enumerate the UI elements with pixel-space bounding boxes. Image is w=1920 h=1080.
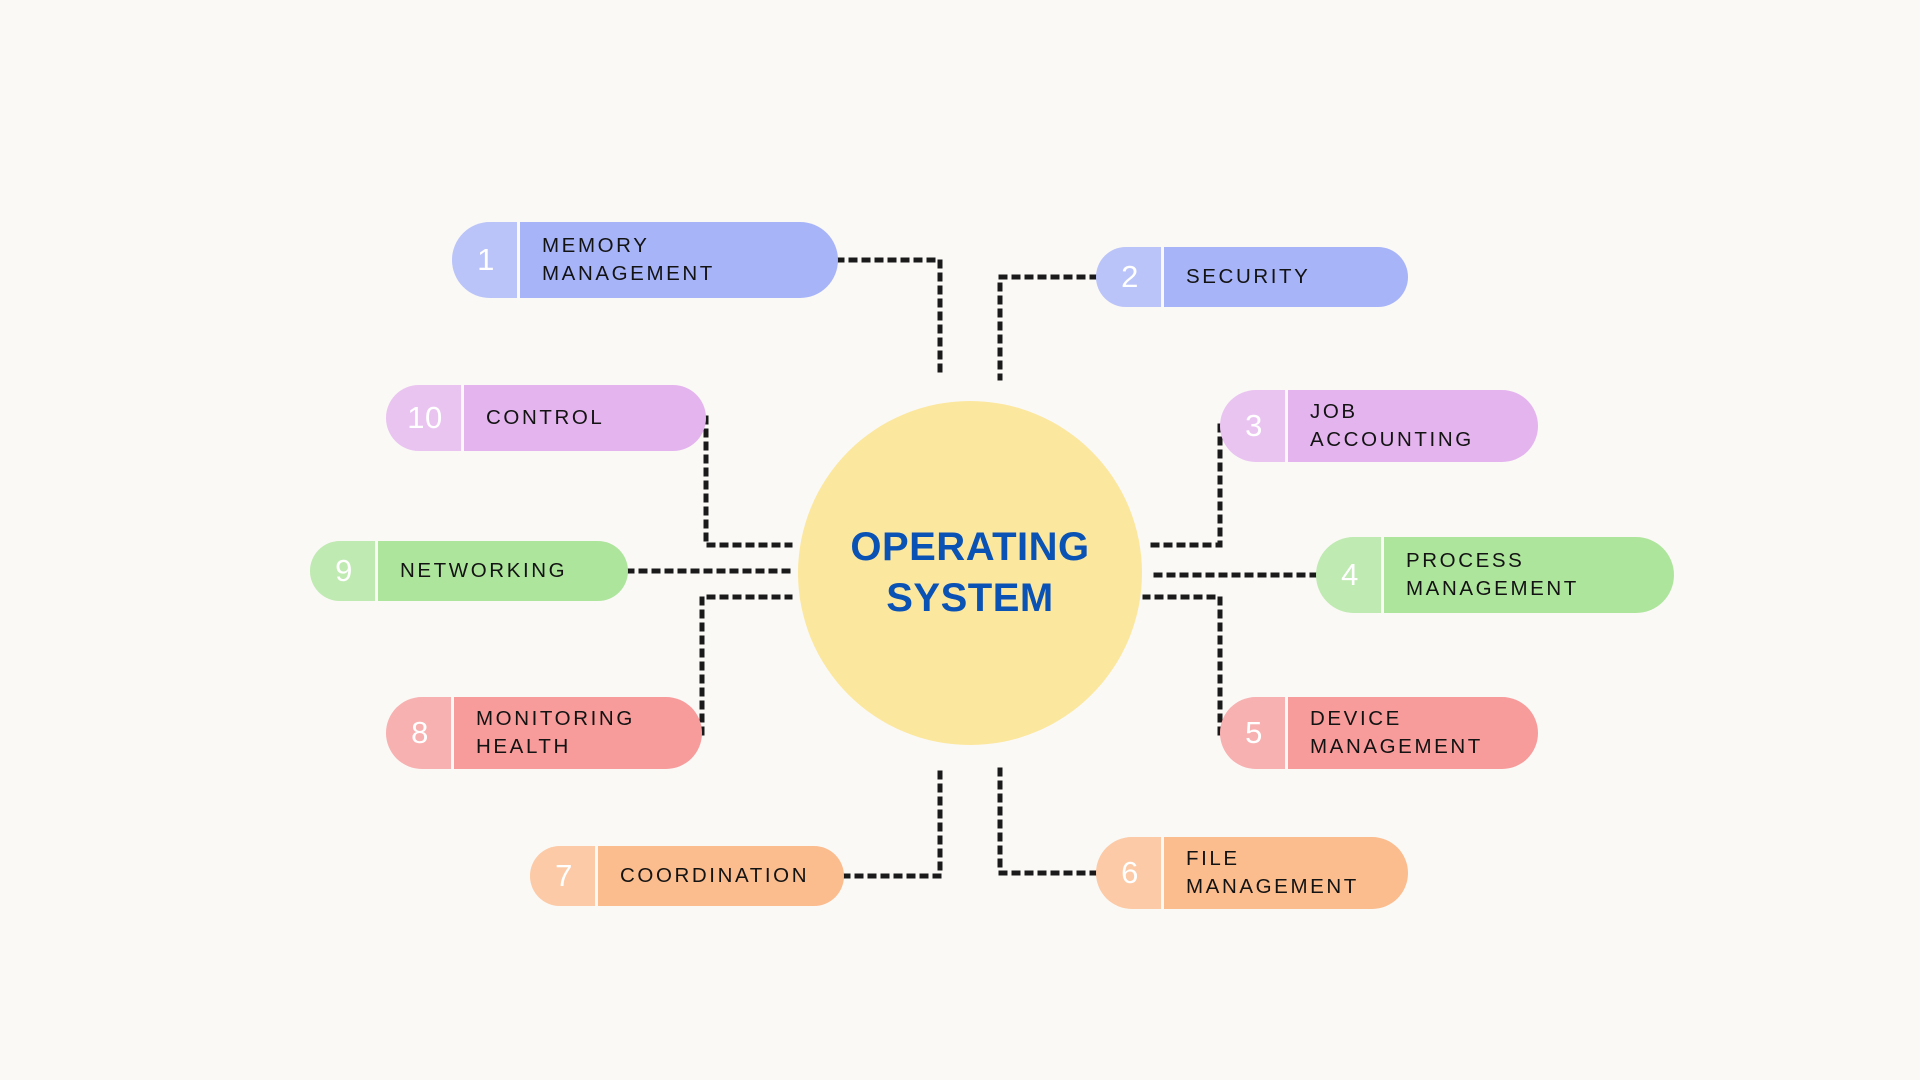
node-label-line: CONTROL xyxy=(486,405,605,429)
node-number-badge-3: 3 xyxy=(1220,390,1288,462)
node-label-line: MEMORY xyxy=(542,233,650,257)
node-number-6: 6 xyxy=(1121,855,1139,890)
node-label-1: MEMORY MANAGEMENT xyxy=(520,222,838,298)
node-number-1: 1 xyxy=(477,242,495,277)
node-label-9: NETWORKING xyxy=(378,541,628,601)
diagram-canvas: OPERATING SYSTEM 1 MEMORY MANAGEMENT 2 S… xyxy=(0,0,1920,1080)
center-node-label: OPERATING SYSTEM xyxy=(850,524,1090,620)
connector-7 xyxy=(841,765,943,879)
node-number-badge-5: 5 xyxy=(1220,697,1288,769)
node-label-line: COORDINATION xyxy=(620,863,810,887)
connector-6 xyxy=(997,765,1099,876)
node-label-line: MANAGEMENT xyxy=(542,262,715,285)
node-label-line: NETWORKING xyxy=(400,558,568,582)
node-label-line: JOB xyxy=(1310,399,1358,423)
connector-10 xyxy=(703,415,793,548)
node-label-line: MONITORING xyxy=(476,706,635,730)
center-node: OPERATING SYSTEM xyxy=(798,401,1142,745)
node-number-7: 7 xyxy=(555,858,573,893)
node-number-10: 10 xyxy=(407,400,443,435)
node-label-line: FILE xyxy=(1186,846,1240,870)
node-card-2[interactable]: 2 SECURITY xyxy=(1096,247,1408,307)
node-number-9: 9 xyxy=(335,553,353,588)
node-label-line: MANAGEMENT xyxy=(1310,735,1483,758)
connector-5 xyxy=(1142,594,1223,736)
node-label-3: JOB ACCOUNTING xyxy=(1288,390,1538,462)
connector-2 xyxy=(997,274,1099,381)
node-card-4[interactable]: 4 PROCESS MANAGEMENT xyxy=(1316,537,1674,613)
node-card-7[interactable]: 7 COORDINATION xyxy=(530,846,844,906)
node-card-3[interactable]: 3 JOB ACCOUNTING xyxy=(1220,390,1538,462)
connector-1 xyxy=(835,257,943,381)
node-number-4: 4 xyxy=(1341,557,1359,592)
node-label-2: SECURITY xyxy=(1164,247,1408,307)
connector-8 xyxy=(699,594,793,736)
node-label-5: DEVICE MANAGEMENT xyxy=(1288,697,1538,769)
node-label-line: PROCESS xyxy=(1406,548,1525,572)
node-number-5: 5 xyxy=(1245,715,1263,750)
node-number-badge-2: 2 xyxy=(1096,247,1164,307)
node-card-6[interactable]: 6 FILE MANAGEMENT xyxy=(1096,837,1408,909)
node-label-6: FILE MANAGEMENT xyxy=(1164,837,1408,909)
connector-3 xyxy=(1142,423,1223,548)
node-card-8[interactable]: 8 MONITORING HEALTH xyxy=(386,697,702,769)
node-number-badge-9: 9 xyxy=(310,541,378,601)
node-label-line: ACCOUNTING xyxy=(1310,428,1474,451)
node-number-badge-1: 1 xyxy=(452,222,520,298)
node-label-line: MANAGEMENT xyxy=(1406,577,1579,600)
node-number-badge-8: 8 xyxy=(386,697,454,769)
node-card-1[interactable]: 1 MEMORY MANAGEMENT xyxy=(452,222,838,298)
node-number-badge-7: 7 xyxy=(530,846,598,906)
node-label-10: CONTROL xyxy=(464,385,706,451)
node-number-badge-4: 4 xyxy=(1316,537,1384,613)
node-label-line: DEVICE xyxy=(1310,706,1402,730)
node-card-10[interactable]: 10 CONTROL xyxy=(386,385,706,451)
node-label-line: MANAGEMENT xyxy=(1186,875,1359,898)
node-number-2: 2 xyxy=(1121,259,1139,294)
node-card-9[interactable]: 9 NETWORKING xyxy=(310,541,628,601)
node-label-line: HEALTH xyxy=(476,735,571,758)
node-number-8: 8 xyxy=(411,715,429,750)
node-label-8: MONITORING HEALTH xyxy=(454,697,702,769)
node-card-5[interactable]: 5 DEVICE MANAGEMENT xyxy=(1220,697,1538,769)
node-label-7: COORDINATION xyxy=(598,846,844,906)
node-number-badge-6: 6 xyxy=(1096,837,1164,909)
node-number-3: 3 xyxy=(1245,408,1263,443)
node-label-line: SECURITY xyxy=(1186,264,1311,288)
node-number-badge-10: 10 xyxy=(386,385,464,451)
node-label-4: PROCESS MANAGEMENT xyxy=(1384,537,1674,613)
